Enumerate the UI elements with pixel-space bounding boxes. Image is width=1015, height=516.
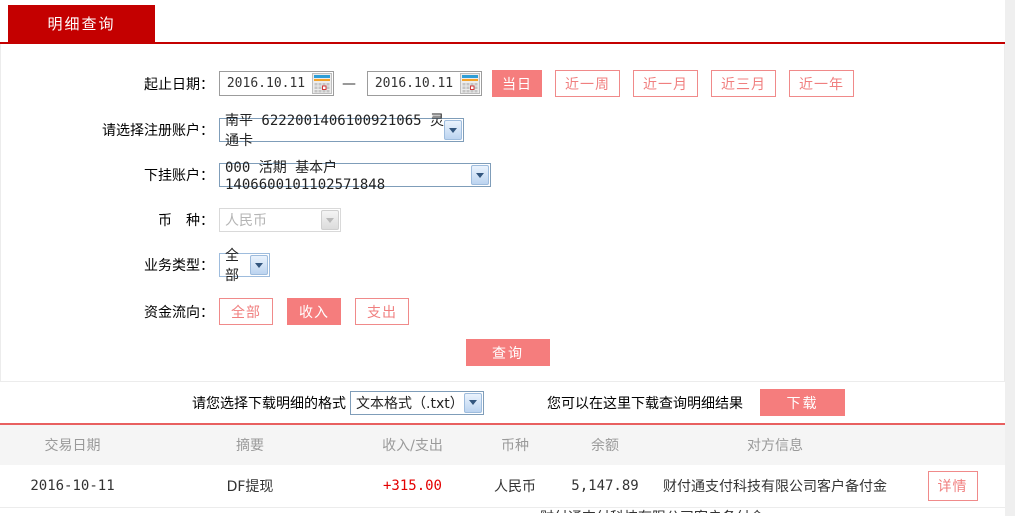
date-range-dash: — bbox=[342, 75, 356, 92]
header-amount: 收入/支出 bbox=[382, 438, 443, 454]
detail-button[interactable]: 详情 bbox=[927, 471, 978, 501]
sub-account-label: 下挂账户： bbox=[144, 168, 214, 184]
currency-select: 人民币 bbox=[219, 208, 341, 232]
cell-amount: +315.00 bbox=[382, 478, 442, 494]
header-currency: 币种 bbox=[501, 438, 529, 454]
header-summary: 摘要 bbox=[236, 438, 264, 454]
chevron-down-icon[interactable] bbox=[471, 165, 489, 185]
sub-account-row: 下挂账户： 000 活期 基本户 1406600101102571848 bbox=[1, 160, 1004, 193]
quick-range-month[interactable]: 近一月 bbox=[633, 70, 698, 97]
business-type-row: 业务类型： 全部 bbox=[1, 248, 1004, 284]
fund-flow-label: 资金流向： bbox=[144, 304, 214, 321]
register-account-row: 请选择注册账户： 南平 6222001406100921065 灵通卡 bbox=[1, 113, 1004, 149]
calendar-icon[interactable] bbox=[460, 73, 480, 94]
chevron-down-icon[interactable] bbox=[464, 392, 482, 413]
download-format-select[interactable]: 文本格式（.txt） bbox=[350, 390, 484, 415]
quick-range-week[interactable]: 近一周 bbox=[555, 70, 620, 97]
business-type-value: 全部 bbox=[225, 248, 239, 284]
register-account-select[interactable]: 南平 6222001406100921065 灵通卡 bbox=[219, 113, 464, 149]
currency-row: 币 种： 人民币 bbox=[1, 208, 1004, 232]
chevron-down-icon[interactable] bbox=[444, 120, 462, 140]
business-type-select[interactable]: 全部 bbox=[219, 248, 270, 284]
query-button-row: 查询 bbox=[1, 339, 1004, 366]
cell-currency: 人民币 bbox=[494, 479, 536, 495]
cell-counterparty: 财付通支付科技有限公司客户备付金 bbox=[663, 479, 887, 495]
cell-counterparty-partial: 财付通支付科技有限公司客户备付金 bbox=[0, 508, 1005, 513]
quick-range-year[interactable]: 近一年 bbox=[789, 70, 854, 97]
cell-date: 2016-10-11 bbox=[30, 478, 115, 494]
date-to-value: 2016.10.11 bbox=[374, 76, 454, 91]
chevron-down-icon[interactable] bbox=[250, 255, 268, 275]
download-format-label: 请您选择下载明细的格式 bbox=[192, 395, 346, 412]
download-format-value: 文本格式（.txt） bbox=[356, 395, 464, 412]
quick-range-buttons: 当日 近一周 近一月 近三月 近一年 bbox=[492, 70, 867, 97]
calendar-icon[interactable] bbox=[312, 73, 332, 94]
content-area: 明细查询 起止日期： 2016.10.11 — 2016.10.11 当日 近一… bbox=[0, 0, 1005, 516]
download-hint: 您可以在这里下载查询明细结果 bbox=[547, 395, 743, 412]
tab-bar: 明细查询 bbox=[0, 0, 1005, 44]
business-type-label: 业务类型： bbox=[144, 258, 214, 274]
currency-label: 币 种： bbox=[158, 213, 214, 229]
table-row-partial: 财付通支付科技有限公司客户备付金 bbox=[0, 508, 1005, 513]
fund-flow-income[interactable]: 收入 bbox=[287, 298, 341, 325]
header-counterparty: 对方信息 bbox=[747, 438, 803, 454]
sub-account-value: 000 活期 基本户 1406600101102571848 bbox=[225, 160, 386, 193]
cell-balance: 5,147.89 bbox=[571, 478, 639, 494]
cell-actions: 详情 bbox=[900, 471, 1005, 501]
quick-range-today[interactable]: 当日 bbox=[492, 70, 542, 97]
date-range-label: 起止日期： bbox=[144, 76, 214, 93]
date-from-input[interactable]: 2016.10.11 bbox=[219, 71, 334, 96]
date-range-row: 起止日期： 2016.10.11 — 2016.10.11 当日 近一周 近一月… bbox=[1, 70, 1004, 97]
page: 明细查询 起止日期： 2016.10.11 — 2016.10.11 当日 近一… bbox=[0, 0, 1015, 516]
table-row: 2016-10-11 DF提现 +315.00 人民币 5,147.89 财付通… bbox=[0, 465, 1005, 508]
fund-flow-all[interactable]: 全部 bbox=[219, 298, 273, 325]
fund-flow-row: 资金流向： 全部 收入 支出 bbox=[1, 298, 1004, 325]
fund-flow-buttons: 全部 收入 支出 bbox=[219, 298, 423, 325]
cell-summary: DF提现 bbox=[226, 479, 274, 495]
currency-value: 人民币 bbox=[225, 213, 267, 229]
download-button[interactable]: 下载 bbox=[760, 389, 845, 416]
sub-account-select[interactable]: 000 活期 基本户 1406600101102571848 bbox=[219, 160, 491, 193]
query-form: 起止日期： 2016.10.11 — 2016.10.11 当日 近一周 近一月… bbox=[0, 44, 1005, 382]
tab-detail-query[interactable]: 明细查询 bbox=[8, 5, 155, 42]
query-button[interactable]: 查询 bbox=[466, 339, 550, 366]
register-account-label: 请选择注册账户： bbox=[102, 123, 214, 139]
date-from-value: 2016.10.11 bbox=[226, 76, 306, 91]
table-header: 交易日期 摘要 收入/支出 币种 余额 对方信息 bbox=[0, 425, 1005, 465]
page-right-gutter bbox=[1005, 0, 1015, 516]
chevron-down-icon bbox=[321, 210, 339, 230]
quick-range-quarter[interactable]: 近三月 bbox=[711, 70, 776, 97]
fund-flow-expense[interactable]: 支出 bbox=[355, 298, 409, 325]
header-date: 交易日期 bbox=[44, 438, 101, 454]
header-balance: 余额 bbox=[591, 438, 619, 454]
register-account-value: 南平 6222001406100921065 灵通卡 bbox=[225, 113, 445, 149]
download-row: 请您选择下载明细的格式 文本格式（.txt） 您可以在这里下载查询明细结果 下载 bbox=[0, 382, 1005, 423]
date-to-input[interactable]: 2016.10.11 bbox=[367, 71, 482, 96]
